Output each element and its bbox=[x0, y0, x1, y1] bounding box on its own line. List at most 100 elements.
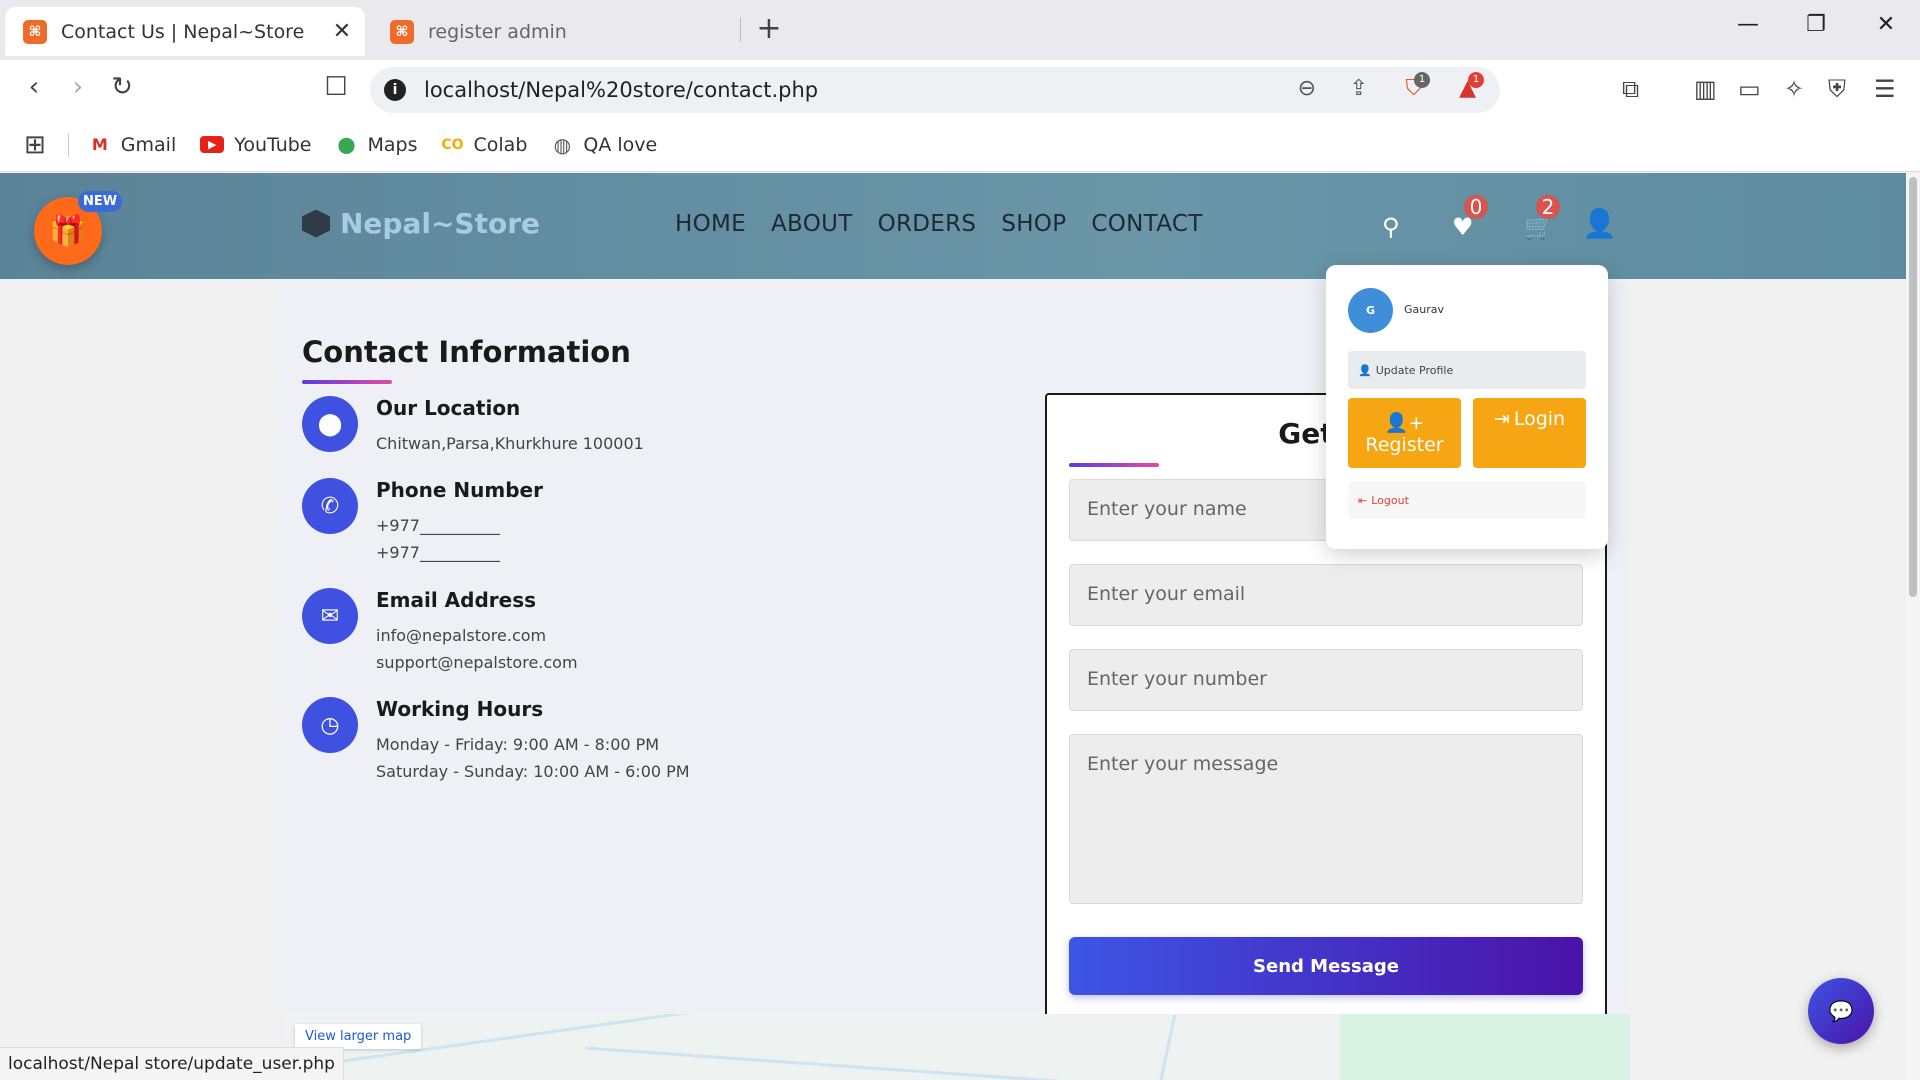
logo-text: Nepal~Store bbox=[340, 207, 541, 240]
minimize-icon[interactable]: — bbox=[1728, 12, 1768, 37]
tab-register-admin[interactable]: ⌘ register admin bbox=[375, 7, 740, 56]
message-field[interactable]: Enter your message bbox=[1069, 734, 1583, 904]
vpn-shield-icon[interactable]: ⛨ bbox=[1828, 75, 1846, 103]
bookmark-qa-love[interactable]: ◍ QA love bbox=[551, 132, 658, 157]
url-text[interactable]: localhost/Nepal%20store/contact.php bbox=[424, 78, 1500, 102]
bookmark-label: YouTube bbox=[234, 133, 312, 156]
window-close-icon[interactable]: ✕ bbox=[1866, 12, 1906, 37]
forward-arrow-icon[interactable]: › bbox=[60, 72, 96, 102]
chat-bubble-icon[interactable]: 💬 bbox=[1808, 978, 1874, 1044]
bookmarks-divider bbox=[67, 132, 69, 157]
send-message-button[interactable]: Send Message bbox=[1069, 937, 1583, 995]
bookmark-label: Gmail bbox=[120, 133, 177, 156]
info-line: Chitwan,Parsa,Khurkhure 100001 bbox=[376, 434, 644, 453]
menu-icon[interactable]: ☰ bbox=[1874, 75, 1896, 103]
bookmark-label: Maps bbox=[367, 133, 418, 156]
update-profile-label: Update Profile bbox=[1375, 363, 1454, 377]
phone-icon: ✆ bbox=[302, 478, 358, 534]
number-field[interactable]: Enter your number bbox=[1069, 649, 1583, 711]
register-button[interactable]: 👤+ Register bbox=[1348, 398, 1461, 468]
user-plus-icon: 👤+ bbox=[1384, 411, 1425, 434]
tab-title: register admin bbox=[428, 20, 567, 43]
user-dropdown-menu: G Gaurav 👤 Update Profile 👤+ Register ⇥ … bbox=[1326, 265, 1608, 549]
xampp-favicon-icon: ⌘ bbox=[390, 19, 414, 44]
info-phone: ✆ Phone Number +977__________ +977______… bbox=[302, 478, 543, 566]
logout-label: Logout bbox=[1371, 493, 1409, 507]
globe-icon: ◍ bbox=[553, 132, 572, 157]
nav-contact[interactable]: CONTACT bbox=[1091, 211, 1202, 237]
site-logo[interactable]: Nepal~Store bbox=[302, 207, 540, 240]
info-location: ⬤ Our Location Chitwan,Parsa,Khurkhure 1… bbox=[302, 396, 644, 457]
browser-toolbar: ‹ › ↻ ☐ i localhost/Nepal%20store/contac… bbox=[0, 60, 1920, 118]
user-edit-icon: 👤 bbox=[1358, 363, 1372, 377]
nav-home[interactable]: HOME bbox=[675, 211, 746, 237]
tab-strip: ⌘ Contact Us | Nepal~Store ✕ ⌘ register … bbox=[0, 0, 1920, 60]
login-button[interactable]: ⇥ Login bbox=[1473, 398, 1586, 468]
sign-in-icon: ⇥ bbox=[1493, 408, 1510, 430]
login-label: Login bbox=[1513, 408, 1566, 430]
info-heading: Email Address bbox=[376, 588, 537, 612]
reload-icon[interactable]: ↻ bbox=[104, 72, 140, 102]
reader-mode-icon[interactable]: ⧉ bbox=[1622, 75, 1639, 103]
search-icon[interactable]: ⚲ bbox=[1382, 213, 1400, 241]
sidebar-icon[interactable]: ▥ bbox=[1694, 75, 1717, 103]
tab-title: Contact Us | Nepal~Store bbox=[61, 20, 305, 43]
contact-info-title: Contact Information bbox=[302, 335, 631, 369]
bookmark-maps[interactable]: ⬤ Maps bbox=[336, 134, 418, 156]
site-info-icon[interactable]: i bbox=[384, 79, 406, 101]
apps-grid-icon[interactable]: ⊞ bbox=[24, 130, 46, 160]
page-scrollbar[interactable] bbox=[1906, 173, 1920, 1080]
tab-contact-us[interactable]: ⌘ Contact Us | Nepal~Store ✕ bbox=[5, 7, 365, 56]
wallet-icon[interactable]: ▭ bbox=[1738, 75, 1761, 103]
zoom-out-icon[interactable]: ⊖ bbox=[1298, 76, 1316, 101]
info-line: support@nepalstore.com bbox=[376, 653, 578, 672]
info-heading: Our Location bbox=[376, 396, 521, 420]
cube-icon bbox=[302, 209, 330, 238]
form-title-underline bbox=[1069, 463, 1159, 467]
scrollbar-thumb[interactable] bbox=[1909, 177, 1917, 597]
info-line: Saturday - Sunday: 10:00 AM - 6:00 PM bbox=[376, 762, 690, 781]
shields-badge: 1 bbox=[1414, 72, 1430, 88]
info-heading: Working Hours bbox=[376, 697, 544, 721]
page-viewport: 🎁 NEW Nepal~Store HOME ABOUT ORDERS SHOP… bbox=[0, 173, 1906, 1080]
sign-out-icon: ⇤ bbox=[1358, 493, 1368, 507]
new-tab-plus-icon[interactable]: + bbox=[754, 14, 784, 44]
youtube-icon: ▶ bbox=[200, 136, 225, 153]
nav-about[interactable]: ABOUT bbox=[771, 211, 853, 237]
bookmark-gmail[interactable]: M Gmail bbox=[89, 134, 176, 156]
status-bar-url: localhost/Nepal store/update_user.php bbox=[0, 1047, 344, 1080]
bookmark-youtube[interactable]: ▶ YouTube bbox=[200, 133, 312, 156]
close-icon[interactable]: ✕ bbox=[327, 19, 357, 44]
bookmark-icon[interactable]: ☐ bbox=[318, 72, 354, 102]
gmail-icon: M bbox=[91, 135, 108, 154]
tab-divider bbox=[740, 18, 741, 42]
map-embed[interactable]: View larger map bbox=[285, 1014, 1630, 1080]
xampp-favicon-icon: ⌘ bbox=[23, 19, 47, 44]
bookmark-colab[interactable]: CO Colab bbox=[441, 134, 527, 156]
restore-icon[interactable]: ❐ bbox=[1796, 12, 1836, 37]
email-field[interactable]: Enter your email bbox=[1069, 564, 1583, 626]
address-bar[interactable]: i localhost/Nepal%20store/contact.php ⊖ … bbox=[370, 67, 1500, 113]
info-line: info@nepalstore.com bbox=[376, 626, 547, 645]
info-line: +977__________ bbox=[376, 543, 500, 562]
back-arrow-icon[interactable]: ‹ bbox=[16, 72, 52, 102]
share-icon[interactable]: ⇪ bbox=[1350, 76, 1368, 101]
leo-ai-icon[interactable]: ✧ bbox=[1784, 75, 1804, 103]
update-profile-button[interactable]: 👤 Update Profile bbox=[1348, 351, 1586, 389]
info-line: Monday - Friday: 9:00 AM - 8:00 PM bbox=[376, 735, 660, 754]
info-email: ✉ Email Address info@nepalstore.com supp… bbox=[302, 588, 578, 676]
view-larger-map-link[interactable]: View larger map bbox=[295, 1024, 422, 1049]
map-park-area bbox=[1340, 1014, 1630, 1080]
info-heading: Phone Number bbox=[376, 478, 543, 502]
brave-rewards-icon[interactable]: ▲ 1 bbox=[1459, 72, 1484, 101]
logout-button[interactable]: ⇤ Logout bbox=[1348, 481, 1586, 519]
user-icon[interactable]: 👤 bbox=[1582, 207, 1617, 240]
brave-shields-icon[interactable]: ⛉ 1 bbox=[1405, 72, 1430, 101]
nav-orders[interactable]: ORDERS bbox=[878, 211, 977, 237]
wishlist-count: 0 bbox=[1464, 195, 1488, 219]
nav-shop[interactable]: SHOP bbox=[1001, 211, 1066, 237]
envelope-icon: ✉ bbox=[302, 588, 358, 644]
bookmark-label: QA love bbox=[583, 133, 658, 156]
info-hours: ◷ Working Hours Monday - Friday: 9:00 AM… bbox=[302, 697, 690, 785]
main-nav: HOME ABOUT ORDERS SHOP CONTACT bbox=[675, 211, 1228, 237]
